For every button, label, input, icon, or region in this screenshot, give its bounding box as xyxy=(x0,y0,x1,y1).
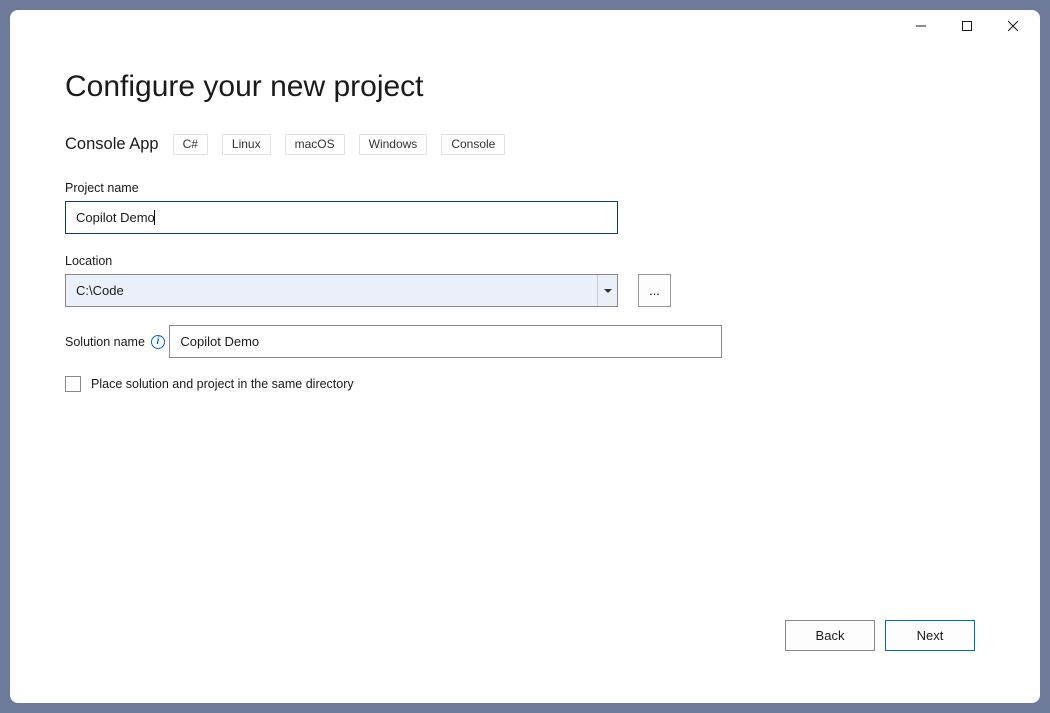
browse-button[interactable]: ... xyxy=(638,274,671,307)
solution-name-field: Solution name i xyxy=(65,325,985,358)
project-name-label: Project name xyxy=(65,181,139,195)
solution-name-input[interactable] xyxy=(169,325,722,358)
info-icon[interactable]: i xyxy=(151,335,165,349)
window-title-bar xyxy=(10,10,1040,42)
template-tag-csharp: C# xyxy=(173,134,208,155)
maximize-icon xyxy=(962,21,972,31)
solution-name-label: Solution name xyxy=(65,335,145,349)
close-button[interactable] xyxy=(990,11,1036,41)
project-name-field: Project name Copilot Demo xyxy=(65,179,985,234)
back-button[interactable]: Back xyxy=(785,620,875,651)
dialog-content: Configure your new project Console App C… xyxy=(10,42,1040,703)
project-name-value: Copilot Demo xyxy=(76,210,155,225)
page-title: Configure your new project xyxy=(65,70,985,104)
location-field: Location C:\Code ... xyxy=(65,252,985,307)
location-select[interactable]: C:\Code xyxy=(65,274,618,307)
template-tag-macos: macOS xyxy=(285,134,345,155)
template-tag-linux: Linux xyxy=(222,134,271,155)
same-dir-checkbox[interactable] xyxy=(65,376,81,392)
next-button[interactable]: Next xyxy=(885,620,975,651)
location-select-wrap: C:\Code xyxy=(65,274,618,307)
same-dir-label[interactable]: Place solution and project in the same d… xyxy=(91,377,354,391)
template-row: Console App C# Linux macOS Windows Conso… xyxy=(65,134,985,155)
minimize-button[interactable] xyxy=(898,11,944,41)
template-name: Console App xyxy=(65,135,159,154)
browse-label: ... xyxy=(649,283,660,298)
location-value: C:\Code xyxy=(76,283,124,298)
close-icon xyxy=(1008,21,1018,31)
solution-name-label-row: Solution name i xyxy=(65,335,165,349)
maximize-button[interactable] xyxy=(944,11,990,41)
project-name-input[interactable]: Copilot Demo xyxy=(65,201,618,234)
dialog-outer-frame: Configure your new project Console App C… xyxy=(0,0,1050,713)
location-label: Location xyxy=(65,254,112,268)
template-tag-console: Console xyxy=(441,134,505,155)
text-cursor-icon xyxy=(154,210,155,225)
template-tag-windows: Windows xyxy=(359,134,428,155)
same-dir-row: Place solution and project in the same d… xyxy=(65,376,985,392)
form: Project name Copilot Demo Location C:\Co… xyxy=(65,179,985,392)
minimize-icon xyxy=(916,21,926,31)
dialog-footer: Back Next xyxy=(785,620,975,651)
dialog-window: Configure your new project Console App C… xyxy=(10,10,1040,703)
